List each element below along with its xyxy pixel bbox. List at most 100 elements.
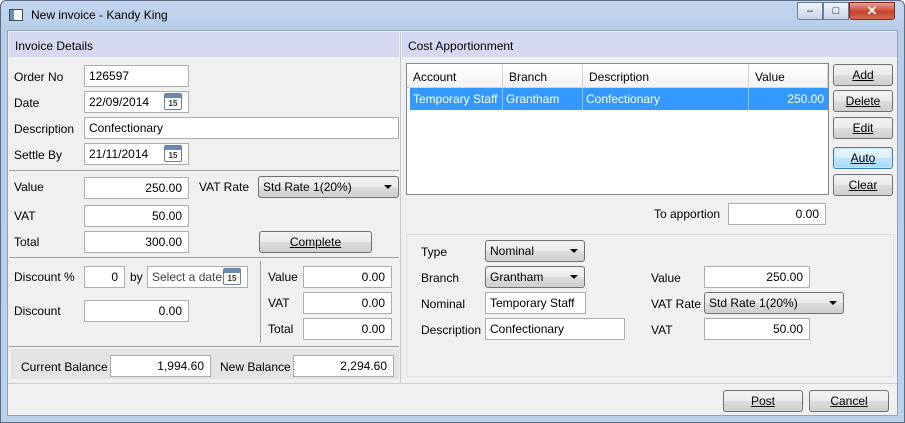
add-button-label: Add (852, 68, 874, 82)
discount-total-field[interactable]: 0.00 (303, 318, 392, 340)
nominal-label: Nominal (421, 297, 466, 311)
edit-button[interactable]: Edit (833, 117, 893, 139)
new-balance-label: New Balance (220, 360, 291, 374)
table-cell-value: 250.00 (749, 88, 828, 110)
calendar-icon[interactable]: 15 (164, 145, 182, 162)
date-value: 22/09/2014 (89, 95, 150, 109)
divider (9, 257, 399, 258)
maximize-button[interactable]: □ (823, 2, 849, 20)
line-description-field[interactable]: Confectionary (485, 318, 625, 340)
settle-by-label: Settle By (14, 148, 63, 162)
chevron-down-icon (570, 275, 578, 279)
chevron-down-icon (570, 249, 578, 253)
line-vat-rate-select[interactable]: Std Rate 1(20%) (704, 292, 844, 314)
discount-total-label: Total (268, 322, 294, 336)
line-vat-field[interactable]: 50.00 (704, 318, 810, 340)
auto-button[interactable]: Auto (833, 147, 893, 169)
column-header-account[interactable]: Account (407, 64, 503, 88)
settle-by-value: 21/11/2014 (89, 147, 149, 161)
nominal-field[interactable]: Temporary Staff (485, 292, 586, 314)
complete-button-label: Complete (289, 235, 342, 249)
cost-apportionment-header: Cost Apportionment (402, 32, 897, 57)
total-label: Total (14, 235, 40, 249)
calendar-icon[interactable]: 15 (164, 93, 182, 110)
invoice-window: New invoice - Kandy King – □ ✕ Invoice D… (0, 0, 905, 423)
clear-button[interactable]: Clear (833, 174, 893, 196)
auto-button-label: Auto (850, 151, 876, 165)
line-description-label: Description (421, 323, 482, 337)
line-vat-rate-value: Std Rate 1(20%) (709, 296, 798, 310)
complete-button[interactable]: Complete (259, 231, 372, 253)
description-label: Description (14, 122, 75, 136)
branch-select[interactable]: Grantham (485, 266, 585, 288)
value-label: Value (14, 180, 44, 194)
app-window-icon[interactable] (9, 9, 23, 21)
table-cell-account: Temporary Staff (410, 88, 503, 110)
value-field[interactable]: 250.00 (84, 177, 189, 199)
panel-divider (400, 32, 401, 384)
description-field[interactable]: Confectionary (84, 117, 399, 139)
discount-value-label: Value (268, 270, 298, 284)
chevron-down-icon (829, 301, 837, 305)
minimize-button[interactable]: – (797, 2, 823, 20)
discount-date-picker[interactable]: Select a date 15 (147, 266, 248, 288)
settle-by-field[interactable]: 21/11/2014 15 (84, 143, 189, 165)
delete-button-label: Delete (845, 94, 881, 108)
new-balance-field[interactable]: 2,294.60 (293, 355, 394, 377)
vat-rate-value: Std Rate 1(20%) (263, 180, 352, 194)
discount-vat-field[interactable]: 0.00 (303, 292, 392, 314)
to-apportion-label: To apportion (654, 207, 721, 221)
column-header-branch[interactable]: Branch (503, 64, 583, 88)
vat-label: VAT (14, 209, 36, 223)
line-vat-label: VAT (651, 323, 673, 337)
chevron-down-icon (384, 185, 392, 189)
to-apportion-field[interactable]: 0.00 (728, 203, 826, 225)
line-value-field[interactable]: 250.00 (704, 266, 810, 288)
vat-rate-select[interactable]: Std Rate 1(20%) (258, 176, 399, 198)
clear-button-label: Clear (848, 178, 878, 192)
table-cell-branch: Grantham (503, 88, 583, 110)
apportionment-grid[interactable]: Account Branch Description Value Tempora… (406, 63, 829, 195)
line-value-label: Value (651, 271, 681, 285)
discount-pct-label: Discount % (14, 270, 75, 284)
discount-value-field[interactable]: 0.00 (303, 266, 392, 288)
edit-button-label: Edit (852, 121, 874, 135)
table-cell-description: Confectionary (583, 88, 749, 110)
line-vat-rate-label: VAT Rate (651, 297, 702, 311)
title-bar[interactable]: New invoice - Kandy King – □ ✕ (1, 1, 904, 29)
window-title: New invoice - Kandy King (31, 8, 168, 22)
by-label: by (130, 270, 143, 284)
order-no-label: Order No (14, 70, 64, 84)
type-label: Type (421, 245, 448, 259)
discount-field[interactable]: 0.00 (84, 300, 189, 322)
branch-label: Branch (421, 271, 460, 285)
vat-rate-label: VAT Rate (199, 180, 250, 194)
add-button[interactable]: Add (833, 64, 893, 86)
order-no-field[interactable]: 126597 (84, 65, 189, 87)
divider (9, 170, 399, 171)
current-balance-field[interactable]: 1,994.60 (110, 355, 211, 377)
post-button-label: Post (750, 394, 775, 408)
delete-button[interactable]: Delete (833, 90, 893, 112)
column-header-description[interactable]: Description (583, 64, 749, 88)
date-field[interactable]: 22/09/2014 15 (84, 91, 189, 113)
invoice-details-header: Invoice Details (9, 32, 399, 57)
cancel-button[interactable]: Cancel (809, 390, 889, 412)
date-label: Date (14, 96, 40, 110)
cancel-button-label: Cancel (830, 394, 868, 408)
discount-pct-field[interactable]: 0 (84, 266, 125, 288)
current-balance-label: Current Balance (21, 360, 108, 374)
branch-value: Grantham (490, 270, 544, 284)
column-header-value[interactable]: Value (749, 64, 828, 88)
discount-vat-label: VAT (268, 296, 290, 310)
type-value: Nominal (490, 244, 535, 258)
vat-field[interactable]: 50.00 (84, 205, 189, 227)
post-button[interactable]: Post (723, 390, 803, 412)
type-select[interactable]: Nominal (485, 240, 585, 262)
discount-date-placeholder: Select a date (152, 270, 223, 284)
divider (260, 261, 261, 343)
total-field[interactable]: 300.00 (84, 231, 189, 253)
window-client-area: Invoice Details Order No 126597 Date 22/… (7, 30, 898, 416)
calendar-icon[interactable]: 15 (223, 268, 241, 285)
close-button[interactable]: ✕ (849, 2, 895, 20)
